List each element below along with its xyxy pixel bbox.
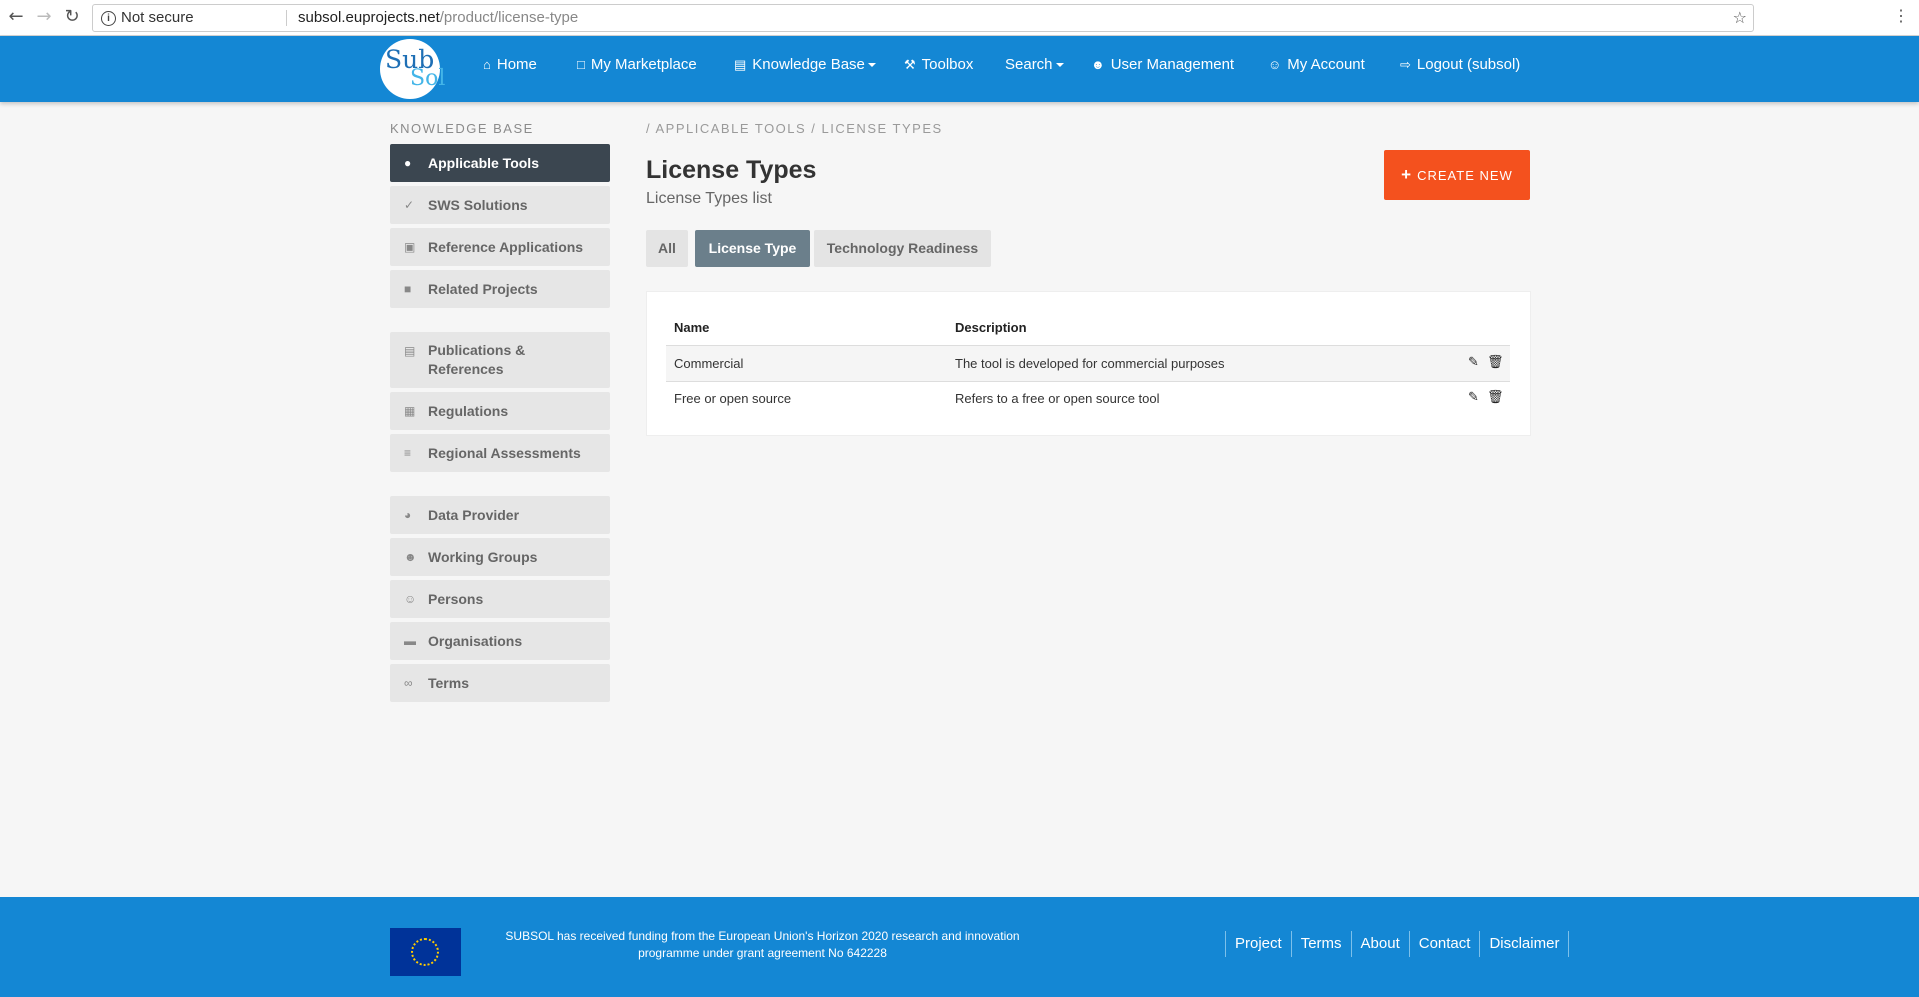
column-header-description: Description (955, 320, 1027, 335)
page-title: License Types (646, 156, 817, 184)
sidebar-item-regional-assessments[interactable]: ≡ Regional Assessments (390, 434, 610, 472)
sidebar-item-publications[interactable]: ▤ Publications & References (390, 332, 610, 388)
row-name: Commercial (674, 356, 744, 371)
store-icon: □ (577, 57, 585, 72)
footer-link-terms[interactable]: Terms (1292, 931, 1352, 957)
subsol-logo[interactable]: Sub Sol (380, 39, 445, 99)
sidebar-item-persons[interactable]: ☺ Persons (390, 580, 610, 618)
row-name: Free or open source (674, 391, 792, 406)
image-icon: ▣ (404, 240, 416, 254)
nav-user-management[interactable]: ☻ User Management (1091, 56, 1234, 73)
sidebar-item-related-projects[interactable]: ■ Related Projects (390, 270, 610, 308)
document-icon: ▤ (404, 344, 416, 358)
caret-down-icon (1055, 63, 1064, 68)
logout-icon: ⇨ (1400, 57, 1411, 72)
briefcase-icon: ▬ (404, 634, 416, 648)
nav-search[interactable]: Search (1005, 56, 1064, 73)
funding-notice: SUBSOL has received funding from the Eur… (500, 928, 1025, 962)
user-icon: ☺ (1268, 57, 1282, 72)
person-icon: ☺ (404, 592, 417, 606)
sidebar-item-sws-solutions[interactable]: ✓ SWS Solutions (390, 186, 610, 224)
sidebar-item-applicable-tools[interactable]: ● Applicable Tools (390, 144, 610, 182)
tab-technology-readiness[interactable]: Technology Readiness (814, 230, 991, 267)
funding-line-1: SUBSOL has received funding from the Eur… (505, 929, 1020, 943)
sidebar-item-working-groups[interactable]: ☻ Working Groups (390, 538, 610, 576)
tab-license-type[interactable]: License Type (695, 230, 810, 267)
url-text: subsol.euprojects.net/product/license-ty… (298, 9, 579, 26)
sidebar-heading: KNOWLEDGE BASE (390, 121, 534, 136)
eu-stars-icon (411, 938, 439, 966)
row-description: The tool is developed for commercial pur… (955, 356, 1225, 371)
folder-icon: ■ (404, 282, 412, 296)
nav-home[interactable]: ⌂ Home (483, 56, 537, 73)
tab-all[interactable]: All (646, 230, 688, 267)
delete-trash-icon[interactable]: 🗑 (1487, 390, 1504, 405)
bookmark-star-icon[interactable]: ☆ (1733, 5, 1747, 31)
logo-text-sol: Sol (410, 66, 446, 91)
breadcrumb: / APPLICABLE TOOLS / LICENSE TYPES (646, 121, 943, 136)
footer: SUBSOL has received funding from the Eur… (0, 897, 1919, 997)
address-separator (286, 10, 287, 26)
plus-icon: + (1401, 165, 1413, 184)
caret-down-icon (867, 63, 876, 68)
drop-icon: ● (404, 156, 412, 170)
top-navbar: Sub Sol ⌂ Home □ My Marketplace ▤ Knowledge… (0, 36, 1919, 102)
sidebar-item-organisations[interactable]: ▬ Organisations (390, 622, 610, 660)
row-description: Refers to a free or open source tool (955, 391, 1160, 406)
nav-my-marketplace[interactable]: □ My Marketplace (577, 56, 697, 73)
sidebar-item-regulations[interactable]: ▦ Regulations (390, 392, 610, 430)
browser-toolbar: ← → ↻ i Not secure subsol.euprojects.net… (0, 0, 1919, 36)
eyedropper-icon: ✓ (404, 198, 415, 212)
nav-knowledge-base[interactable]: ▤ Knowledge Base (734, 56, 876, 73)
delete-trash-icon[interactable]: 🗑 (1487, 355, 1504, 370)
address-bar[interactable]: i Not secure subsol.euprojects.net/produ… (92, 4, 1754, 32)
forward-arrow-icon[interactable]: → (34, 7, 54, 27)
nav-toolbox[interactable]: ⚒ Toolbox (904, 56, 973, 73)
paperclip-icon: ∞ (404, 676, 413, 690)
nav-my-account[interactable]: ☺ My Account (1268, 56, 1365, 73)
footer-link-about[interactable]: About (1352, 931, 1410, 957)
book-icon: ▤ (734, 57, 747, 72)
wrench-icon: ⚒ (904, 57, 916, 72)
footer-link-project[interactable]: Project (1226, 931, 1292, 957)
users-icon: ☻ (404, 550, 417, 564)
home-icon: ⌂ (483, 57, 491, 72)
sidebar-item-data-provider[interactable]: ◕ Data Provider (390, 496, 610, 534)
footer-link-contact[interactable]: Contact (1410, 931, 1481, 957)
eu-flag-logo (390, 928, 461, 976)
edit-pencil-icon[interactable]: ✎ (1468, 355, 1479, 370)
page-subtitle: License Types list (646, 190, 772, 207)
nav-logout[interactable]: ⇨ Logout (subsol) (1400, 56, 1520, 73)
footer-links: Project Terms About Contact Disclaimer (1225, 931, 1570, 957)
security-status: Not secure (121, 9, 194, 26)
info-icon[interactable]: i (101, 11, 116, 26)
row-divider (666, 381, 1510, 382)
funding-line-2: programme under grant agreement No 64222… (638, 946, 887, 960)
sidebar-item-terms[interactable]: ∞ Terms (390, 664, 610, 702)
edit-pencil-icon[interactable]: ✎ (1468, 390, 1479, 405)
back-arrow-icon[interactable]: ← (6, 7, 26, 27)
reload-icon[interactable]: ↻ (62, 7, 82, 27)
list-icon: ≡ (404, 446, 412, 460)
footer-link-disclaimer[interactable]: Disclaimer (1480, 931, 1570, 957)
column-header-name: Name (674, 320, 710, 335)
gavel-icon: ▦ (404, 404, 416, 418)
sidebar-item-reference-applications[interactable]: ▣ Reference Applications (390, 228, 610, 266)
rss-icon: ◕ (404, 508, 412, 522)
browser-menu-icon[interactable]: ⋮ (1893, 6, 1909, 26)
create-new-button[interactable]: + CREATE NEW (1384, 150, 1530, 200)
users-icon: ☻ (1091, 57, 1105, 72)
